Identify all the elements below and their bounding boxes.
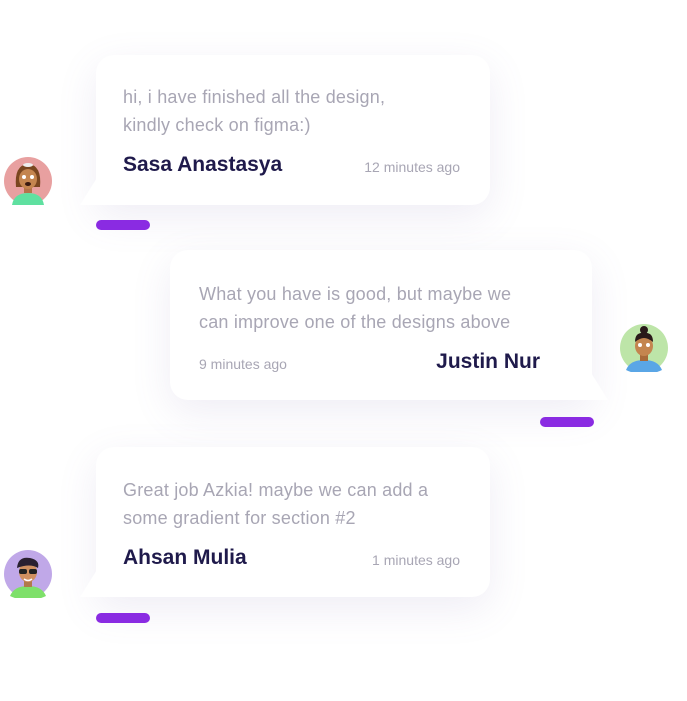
accent-bar [540,417,594,427]
chat-message: What you have is good, but maybe we can … [170,250,608,400]
message-text: hi, i have finished all the design, kind… [123,83,385,139]
avatar-ahsan[interactable] [4,550,52,598]
timestamp: 12 minutes ago [364,159,460,175]
message-text: What you have is good, but maybe we can … [199,280,511,336]
message-line: some gradient for section #2 [123,508,356,528]
bubble-tail [80,173,100,205]
message-line: hi, i have finished all the design, [123,87,386,107]
message-line: What you have is good, but maybe we [199,284,512,304]
accent-bar [96,613,150,623]
author-name: Ahsan Mulia [123,546,247,569]
avatar-sasa[interactable] [4,157,52,205]
author-name: Sasa Anastasya [123,153,283,176]
bubble-tail [588,368,608,400]
message-text: Great job Azkia! maybe we can add a some… [123,476,428,532]
author-name: Justin Nur [436,350,540,373]
chat-message: hi, i have finished all the design, kind… [80,55,490,205]
message-line: kindly check on figma:) [123,115,311,135]
avatar-justin[interactable] [620,324,668,372]
message-line: can improve one of the designs above [199,312,511,332]
accent-bar [96,220,150,230]
timestamp: 1 minutes ago [372,552,460,568]
timestamp: 9 minutes ago [199,356,287,372]
message-line: Great job Azkia! maybe we can add a [123,480,429,500]
bubble-tail [80,565,100,597]
chat-message: Great job Azkia! maybe we can add a some… [80,447,490,597]
